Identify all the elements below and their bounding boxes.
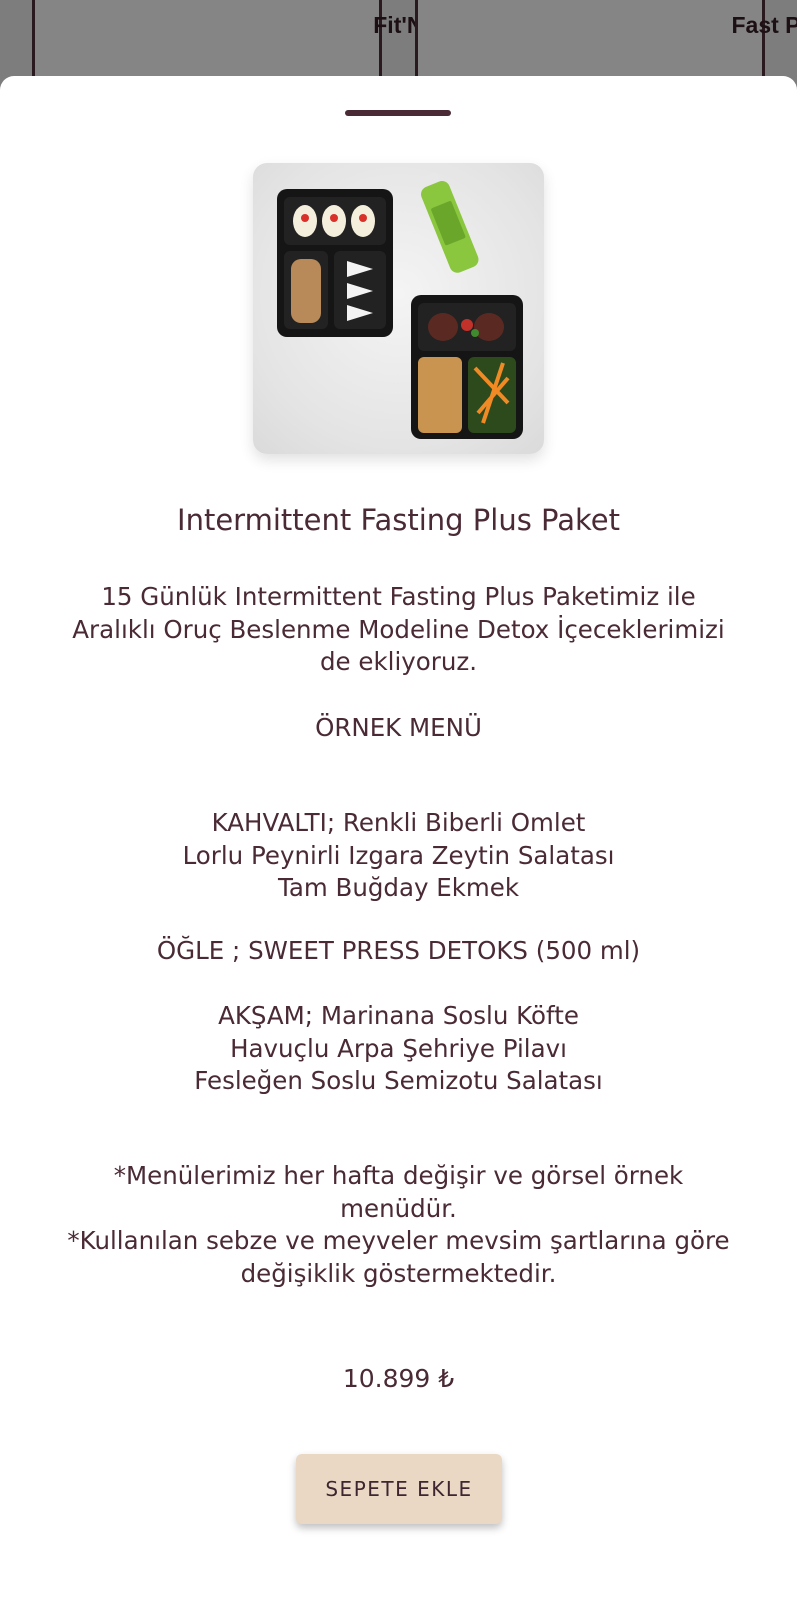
menu-notes: *Menülerimiz her hafta değişir ve görsel…	[40, 1160, 757, 1290]
menu-line: Lorlu Peynirli Izgara Zeytin Salatası	[182, 840, 615, 870]
product-title: Intermittent Fasting Plus Paket	[177, 503, 620, 537]
product-price: 10.899 ₺	[342, 1364, 455, 1393]
menu-line: Tam Buğday Ekmek	[277, 873, 520, 902]
description-line: Aralıklı Oruç Beslenme Modeline Detox İç…	[72, 614, 725, 644]
menu-line: Havuçlu Arpa Şehriye Pilavı	[230, 1033, 567, 1063]
sample-menu-heading-text: ÖRNEK MENÜ	[315, 713, 482, 742]
product-bottom-sheet: Intermittent Fasting Plus Paket 15 Günlü…	[0, 76, 797, 1600]
note-line: *Menülerimiz her hafta değişir ve görsel…	[113, 1161, 684, 1190]
description-line: de ekliyoruz.	[319, 647, 478, 676]
product-photo	[277, 172, 523, 439]
note-line: menüdür.	[340, 1193, 457, 1223]
drag-handle[interactable]	[345, 110, 451, 116]
dinner-section: AKŞAM; Marinana Soslu Köfte Havuçlu Arpa…	[40, 1000, 757, 1098]
sample-menu-heading: ÖRNEK MENÜ	[40, 712, 757, 745]
note-line: değişiklik göstermektedir.	[240, 1258, 557, 1288]
menu-line: KAHVALTI; Renkli Biberli Omlet	[211, 808, 586, 837]
menu-line: AKŞAM; Marinana Soslu Köfte	[218, 1001, 579, 1030]
lunch-section: ÖĞLE ; SWEET PRESS DETOKS (500 ml)	[40, 935, 757, 968]
menu-line: Fesleğen Soslu Semizotu Salatası	[194, 1066, 603, 1095]
add-to-cart-button[interactable]: SEPETE EKLE	[296, 1454, 502, 1524]
menu-line: ÖĞLE ; SWEET PRESS DETOKS (500 ml)	[156, 936, 641, 965]
background-card-title: Fast Plus Paket	[731, 12, 797, 38]
description-line: 15 Günlük Intermittent Fasting Plus Pake…	[101, 582, 696, 611]
product-description: 15 Günlük Intermittent Fasting Plus Pake…	[40, 581, 757, 679]
note-line: *Kullanılan sebze ve meyveler mevsim şar…	[67, 1226, 730, 1255]
product-image	[253, 163, 544, 454]
breakfast-section: KAHVALTI; Renkli Biberli Omlet Lorlu Pey…	[40, 807, 757, 905]
